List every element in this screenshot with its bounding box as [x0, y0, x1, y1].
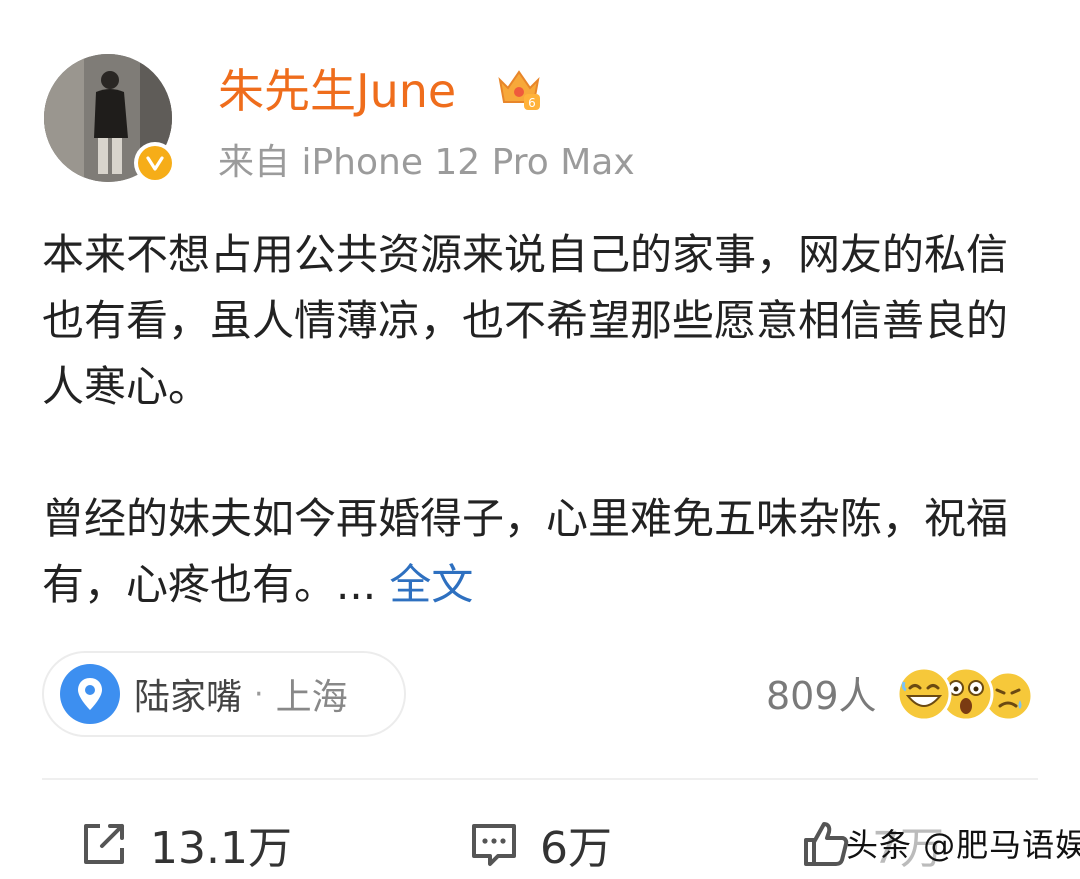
reaction-emojis[interactable] — [894, 664, 1040, 726]
post-paragraph: 本来不想占用公共资源来说自己的家事，网友的私信也有看，虽人情薄凉，也不希望那些愿… — [42, 230, 1009, 411]
svg-text:6: 6 — [528, 96, 536, 110]
location-name: 陆家嘴 — [134, 677, 243, 718]
post-paragraph: 曾经的妹夫如今再婚得子，心里难免五味杂陈，祝福有，心疼也有。... 全文 — [42, 486, 1032, 618]
comment-count: 6万 — [540, 823, 612, 874]
thumbs-up-icon — [804, 822, 849, 866]
verified-v-icon — [138, 146, 172, 180]
comment-icon — [472, 824, 516, 866]
grin-emoji — [896, 666, 952, 722]
post-paragraph-text: 曾经的妹夫如今再婚得子，心里难免五味杂陈，祝福有，心疼也有。... — [42, 494, 1009, 609]
watermark-text: 头条 @肥马语娱 — [846, 826, 1080, 864]
location-city: 上海 — [275, 677, 348, 718]
post-source: 来自 iPhone 12 Pro Max — [218, 142, 635, 183]
location-tag[interactable]: 陆家嘴 · 上海 — [42, 651, 406, 737]
full-text-link[interactable]: 全文 — [389, 560, 473, 609]
comment-button[interactable]: 6万 — [468, 812, 612, 876]
share-icon — [84, 824, 124, 864]
share-count: 13.1万 — [150, 823, 292, 874]
post-body: 本来不想占用公共资源来说自己的家事，网友的私信也有看，虽人情薄凉，也不希望那些愿… — [42, 222, 1032, 618]
location-separator: · — [254, 676, 264, 712]
crown-level-icon[interactable]: 6 — [494, 62, 544, 112]
location-pin-icon — [60, 664, 120, 724]
author-name[interactable]: 朱先生June — [218, 60, 456, 122]
reaction-count[interactable]: 809人 — [766, 670, 877, 722]
divider — [42, 778, 1038, 780]
share-button[interactable]: 13.1万 — [78, 812, 292, 876]
verified-badge — [134, 142, 176, 184]
